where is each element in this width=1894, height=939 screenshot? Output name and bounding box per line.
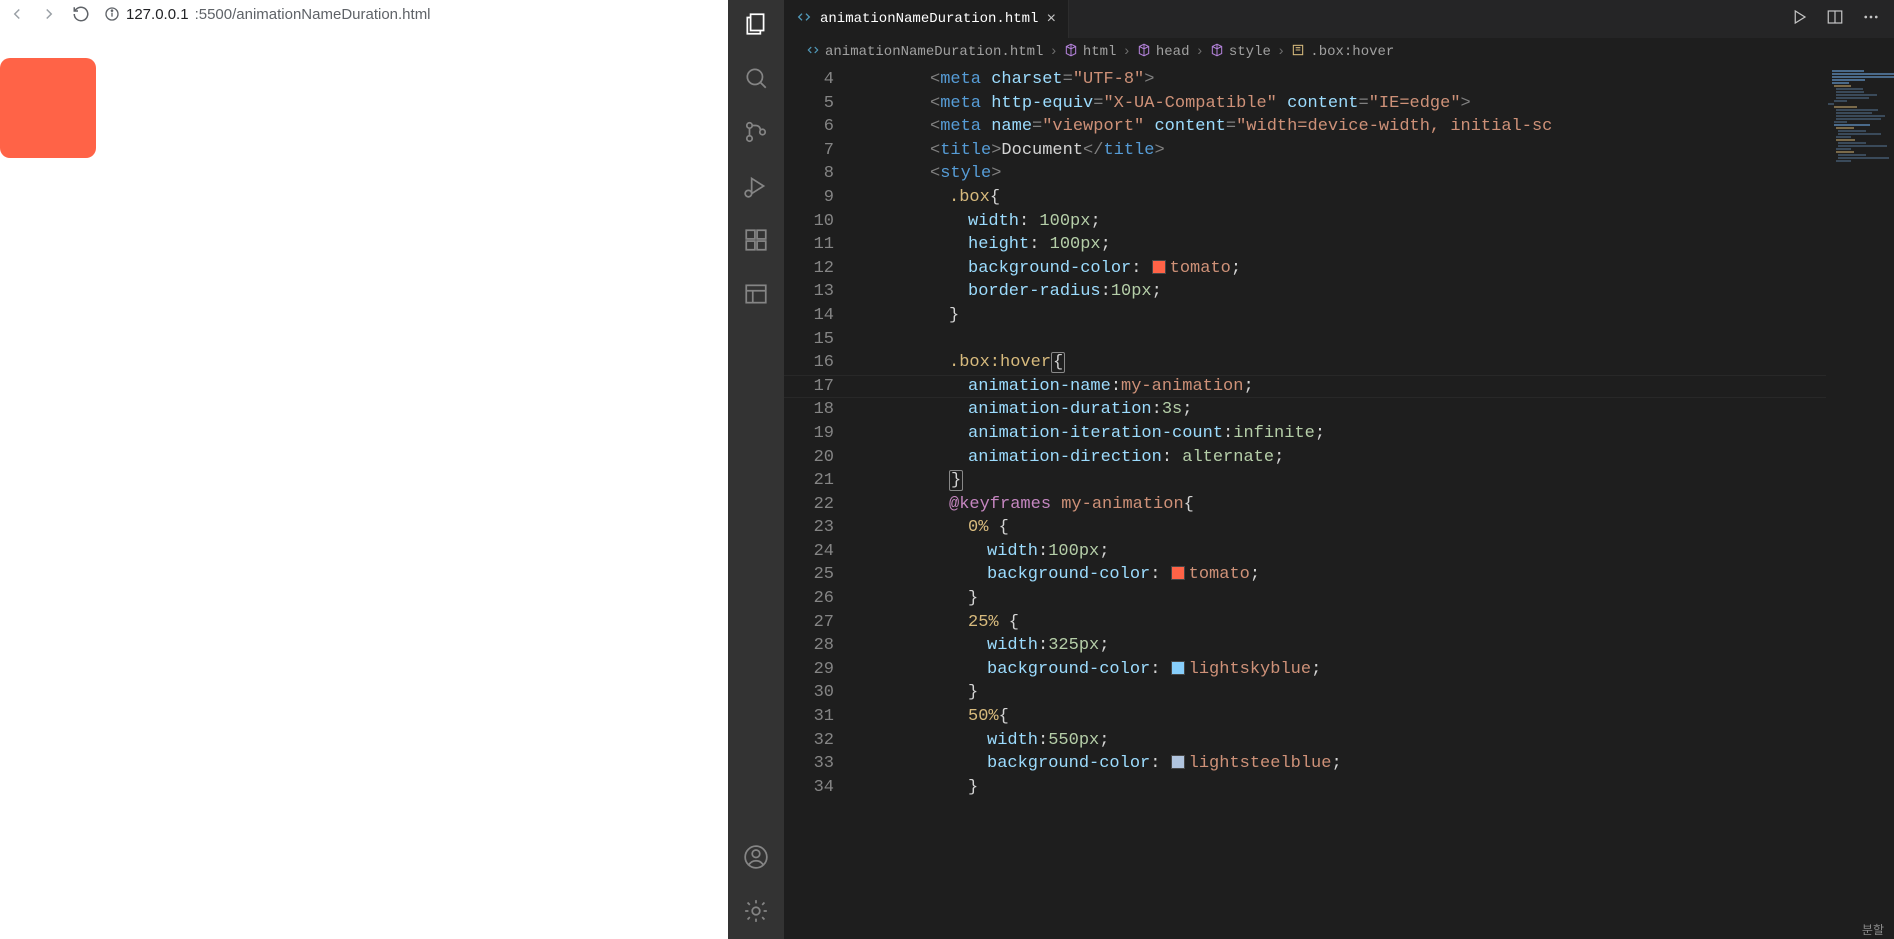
breadcrumbs[interactable]: animationNameDuration.html›html›head›sty…: [784, 38, 1894, 66]
search-icon[interactable]: [742, 64, 770, 92]
url-path: :5500/animationNameDuration.html: [195, 6, 431, 23]
minimap[interactable]: [1826, 66, 1894, 939]
split-editor-icon[interactable]: [1826, 8, 1844, 31]
source-control-icon[interactable]: [742, 118, 770, 146]
editor-area: animationNameDuration.html × animationNa…: [784, 0, 1894, 939]
address-bar[interactable]: 127.0.0.1 :5500/animationNameDuration.htm…: [104, 6, 431, 23]
info-icon: [104, 6, 120, 22]
debug-icon[interactable]: [742, 172, 770, 200]
html-file-icon: [796, 9, 812, 30]
browser-pane: 127.0.0.1 :5500/animationNameDuration.htm…: [0, 0, 728, 939]
browser-viewport: [0, 28, 728, 939]
rendered-box[interactable]: [0, 58, 96, 158]
back-icon[interactable]: [8, 5, 26, 23]
tab-filename: animationNameDuration.html: [820, 11, 1038, 27]
live-preview-icon[interactable]: [742, 280, 770, 308]
tab-actions: [1790, 0, 1894, 38]
status-right[interactable]: 분할: [1852, 919, 1894, 939]
code-area[interactable]: 4567891011121314151617181920212223242526…: [784, 66, 1894, 939]
run-icon[interactable]: [1790, 8, 1808, 31]
more-icon[interactable]: [1862, 8, 1880, 31]
close-icon[interactable]: ×: [1046, 10, 1056, 28]
settings-gear-icon[interactable]: [742, 897, 770, 925]
code-content[interactable]: <meta charset="UTF-8"><meta http-equiv="…: [858, 66, 1826, 939]
browser-toolbar: 127.0.0.1 :5500/animationNameDuration.htm…: [0, 0, 728, 28]
url-host: 127.0.0.1: [126, 6, 189, 23]
vscode-pane: animationNameDuration.html × animationNa…: [728, 0, 1894, 939]
tab-strip: animationNameDuration.html ×: [784, 0, 1894, 38]
account-icon[interactable]: [742, 843, 770, 871]
line-number-gutter: 4567891011121314151617181920212223242526…: [784, 66, 858, 939]
extensions-icon[interactable]: [742, 226, 770, 254]
reload-icon[interactable]: [72, 5, 90, 23]
tab-active[interactable]: animationNameDuration.html ×: [784, 0, 1069, 38]
explorer-icon[interactable]: [742, 10, 770, 38]
forward-icon[interactable]: [40, 5, 58, 23]
activity-bar: [728, 0, 784, 939]
